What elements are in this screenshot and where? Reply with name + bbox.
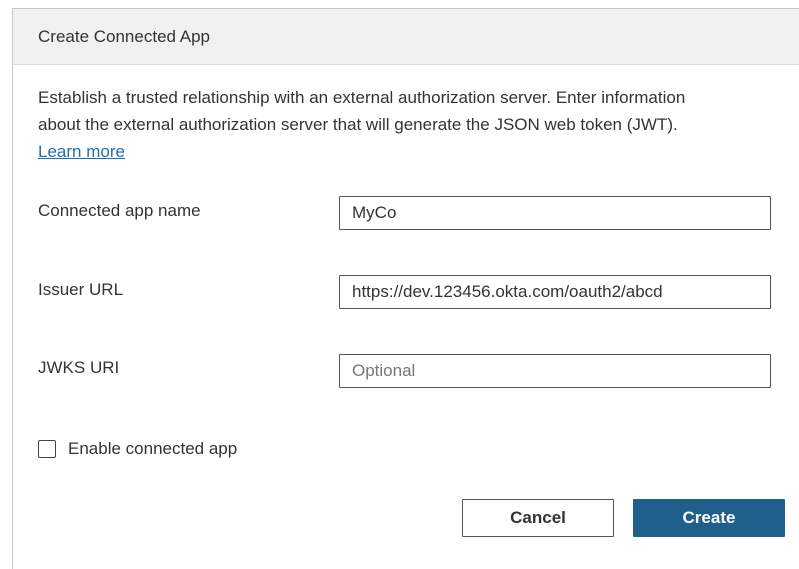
enable-connected-app-row[interactable]: Enable connected app [38, 437, 237, 461]
jwks-uri-input[interactable] [339, 354, 771, 388]
app-name-label: Connected app name [38, 201, 201, 220]
enable-connected-app-label[interactable]: Enable connected app [68, 439, 237, 459]
description-line-1: Establish a trusted relationship with an… [38, 88, 686, 107]
learn-more-link[interactable]: Learn more [38, 142, 125, 161]
create-connected-app-dialog: Create Connected App Establish a trusted… [12, 8, 799, 569]
dialog-description: Establish a trusted relationship with an… [38, 84, 798, 165]
cancel-button[interactable]: Cancel [462, 499, 614, 537]
dialog-header: Create Connected App [13, 9, 799, 65]
issuer-url-label: Issuer URL [38, 280, 124, 299]
issuer-url-input[interactable] [339, 275, 771, 309]
description-line-2: about the external authorization server … [38, 115, 678, 134]
enable-connected-app-checkbox[interactable] [38, 440, 56, 458]
app-name-input[interactable] [339, 196, 771, 230]
create-button[interactable]: Create [633, 499, 785, 537]
dialog-title: Create Connected App [38, 27, 211, 46]
jwks-uri-label: JWKS URI [38, 358, 120, 377]
